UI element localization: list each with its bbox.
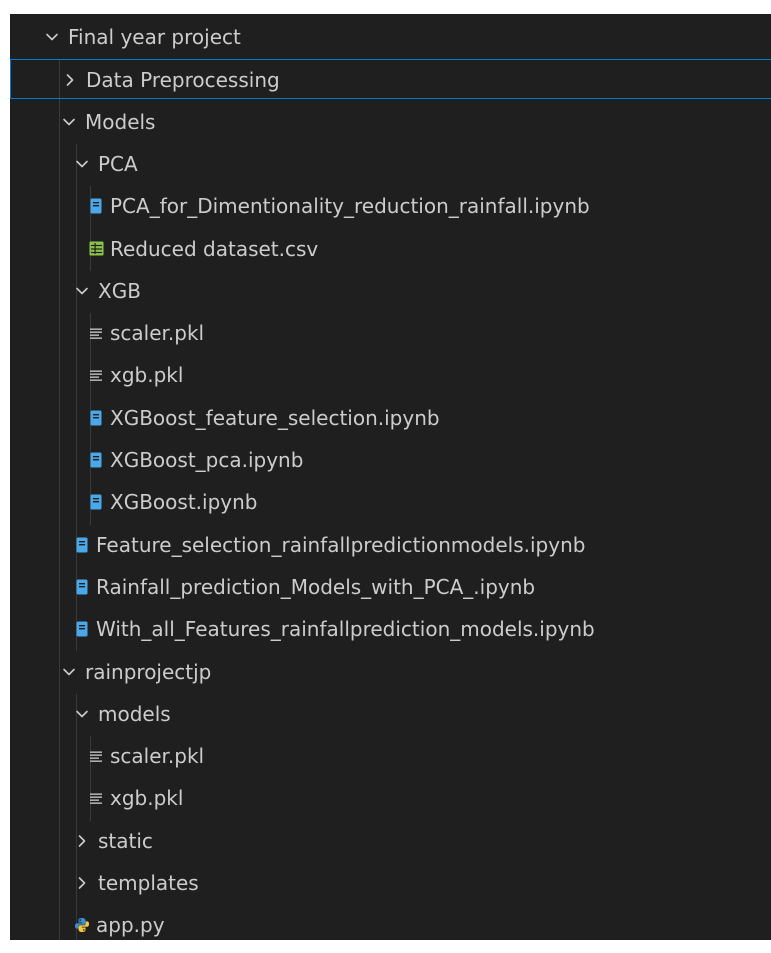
file-item-with-all-features-rainfallprediction-models-ipynb[interactable]: With_all_Features_rainfallprediction_mod… bbox=[10, 609, 771, 649]
item-label: Final year project bbox=[68, 25, 241, 49]
notebook-icon bbox=[88, 186, 104, 226]
chevron-down-icon[interactable] bbox=[73, 271, 91, 311]
item-label: PCA bbox=[98, 151, 138, 176]
item-label: templates bbox=[98, 871, 199, 895]
item-label: app.py bbox=[96, 913, 165, 938]
chevron-right-icon[interactable] bbox=[73, 863, 91, 903]
file-item-xgb-pkl[interactable]: xgb.pkl bbox=[10, 778, 771, 818]
notebook-icon bbox=[88, 398, 104, 438]
item-label: PCA_for_Dimentionality_reduction_rainfal… bbox=[110, 194, 590, 219]
file-item-pca-for-dimentionality-reduction-rainfall-ipynb[interactable]: PCA_for_Dimentionality_reduction_rainfal… bbox=[10, 186, 771, 226]
item-label: xgb.pkl bbox=[110, 786, 184, 811]
item-label: Reduced dataset.csv bbox=[110, 236, 319, 261]
file-explorer: Final year project Data Preprocessing Mode… bbox=[10, 14, 771, 940]
text-lines-icon bbox=[88, 736, 104, 776]
file-item-scaler-pkl[interactable]: scaler.pkl bbox=[10, 736, 771, 776]
file-item-app-py[interactable]: app.py bbox=[10, 905, 771, 940]
item-label: XGBoost_feature_selection.ipynb bbox=[110, 405, 440, 430]
notebook-icon bbox=[74, 567, 90, 607]
file-item-reduced-dataset-csv[interactable]: Reduced dataset.csv bbox=[10, 229, 771, 269]
item-label: XGB bbox=[98, 278, 141, 303]
text-lines-icon bbox=[88, 355, 104, 395]
file-item-xgb-pkl[interactable]: xgb.pkl bbox=[10, 355, 771, 395]
notebook-icon bbox=[74, 609, 90, 649]
chevron-down-icon[interactable] bbox=[73, 694, 91, 734]
folder-item-templates[interactable]: templates bbox=[10, 863, 771, 903]
item-label: models bbox=[98, 701, 171, 726]
notebook-icon bbox=[88, 482, 104, 522]
folder-item-static[interactable]: static bbox=[10, 821, 771, 861]
folder-item-data-preprocessing[interactable]: Data Preprocessing bbox=[10, 59, 771, 100]
python-icon bbox=[74, 905, 90, 940]
item-label: Feature_selection_rainfallpredictionmode… bbox=[96, 532, 586, 557]
item-label: scaler.pkl bbox=[110, 321, 205, 346]
item-label: xgb.pkl bbox=[110, 363, 184, 388]
item-label: static bbox=[98, 828, 153, 853]
folder-item-final-year-project[interactable]: Final year project bbox=[10, 17, 771, 57]
chevron-down-icon[interactable] bbox=[73, 144, 91, 184]
file-item-scaler-pkl[interactable]: scaler.pkl bbox=[10, 313, 771, 353]
text-lines-icon bbox=[88, 778, 104, 818]
file-item-xgboost-pca-ipynb[interactable]: XGBoost_pca.ipynb bbox=[10, 440, 771, 480]
item-label: Rainfall_prediction_Models_with_PCA_.ipy… bbox=[96, 574, 536, 599]
folder-item-models[interactable]: models bbox=[10, 694, 771, 734]
notebook-icon bbox=[88, 440, 104, 480]
notebook-icon bbox=[74, 525, 90, 565]
folder-item-rainprojectjp[interactable]: rainprojectjp bbox=[10, 652, 771, 692]
folder-item-models[interactable]: Models bbox=[10, 102, 771, 142]
item-label: XGBoost_pca.ipynb bbox=[110, 448, 304, 472]
chevron-down-icon[interactable] bbox=[60, 652, 78, 692]
text-lines-icon bbox=[88, 313, 104, 353]
chevron-right-icon[interactable] bbox=[61, 60, 79, 100]
item-label: Data Preprocessing bbox=[86, 68, 280, 93]
item-label: Models bbox=[85, 109, 156, 134]
chevron-down-icon[interactable] bbox=[43, 17, 61, 57]
csv-table-icon bbox=[88, 229, 104, 269]
file-item-rainfall-prediction-models-with-pca-ipynb[interactable]: Rainfall_prediction_Models_with_PCA_.ipy… bbox=[10, 567, 771, 607]
item-label: XGBoost.ipynb bbox=[110, 490, 258, 515]
chevron-down-icon[interactable] bbox=[60, 102, 78, 142]
file-item-xgboost-ipynb[interactable]: XGBoost.ipynb bbox=[10, 482, 771, 522]
chevron-right-icon[interactable] bbox=[73, 821, 91, 861]
item-label: rainprojectjp bbox=[85, 659, 212, 684]
file-item-xgboost-feature-selection-ipynb[interactable]: XGBoost_feature_selection.ipynb bbox=[10, 398, 771, 438]
item-label: With_all_Features_rainfallprediction_mod… bbox=[96, 617, 595, 642]
folder-item-xgb[interactable]: XGB bbox=[10, 271, 771, 311]
file-item-feature-selection-rainfallpredictionmodels-ipynb[interactable]: Feature_selection_rainfallpredictionmode… bbox=[10, 525, 771, 565]
item-label: scaler.pkl bbox=[110, 744, 205, 769]
folder-item-pca[interactable]: PCA bbox=[10, 144, 771, 184]
